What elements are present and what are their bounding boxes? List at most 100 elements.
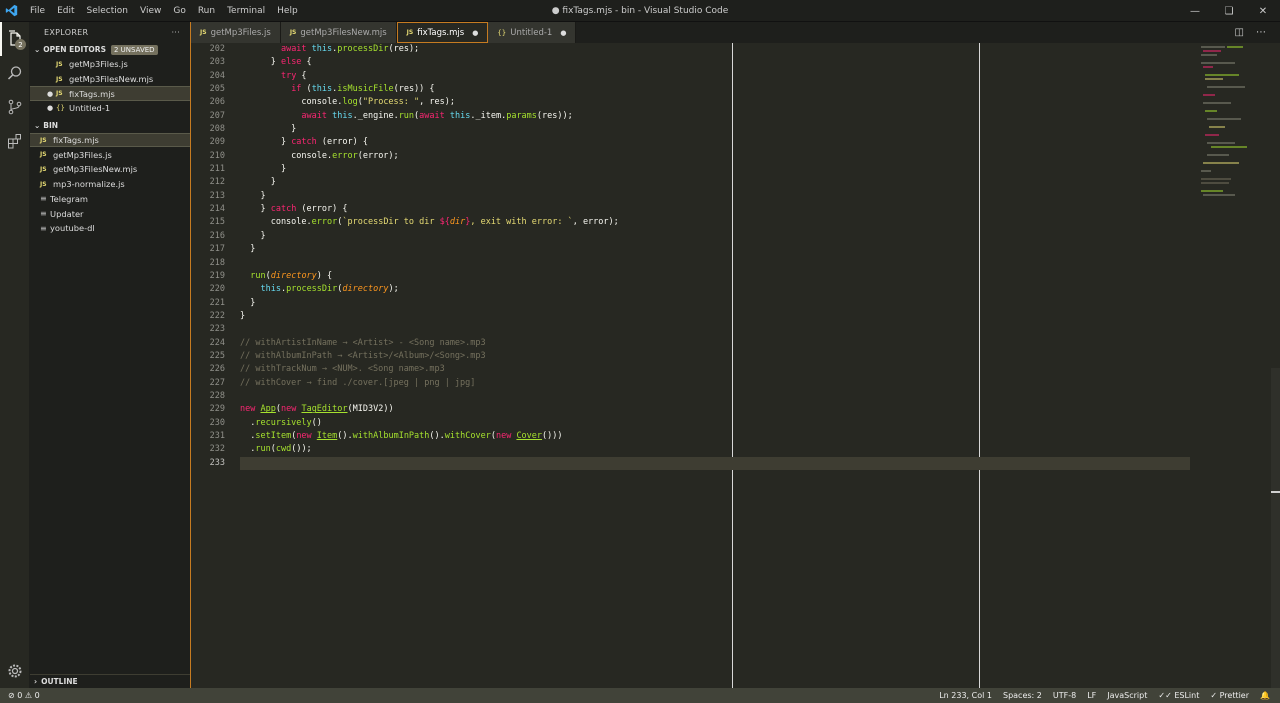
chevron-right-icon: › [34,677,38,686]
open-editor-item[interactable]: ● JS fixTags.mjs [30,86,190,102]
code-editor[interactable]: 202 203 204 205 206 207 208 209 210 211 … [191,43,1280,688]
error-icon: ⊘ [8,691,15,700]
open-editor-item[interactable]: ●{} Untitled-1 [30,101,190,116]
tab-fixtags[interactable]: JS fixTags.mjs ● [396,22,489,43]
menu-selection[interactable]: Selection [81,6,134,16]
end-of-line[interactable]: LF [1087,691,1096,700]
js-file-icon: JS [56,90,63,98]
js-file-icon: JS [40,180,47,188]
open-editor-item[interactable]: JS getMp3FilesNew.mjs [30,72,190,87]
line-number: 229 [209,404,225,415]
file-encoding[interactable]: UTF-8 [1053,691,1076,700]
language-mode[interactable]: JavaScript [1107,691,1147,700]
unsaved-dot-icon[interactable]: ● [560,29,566,37]
prettier-status[interactable]: ✓ Prettier [1210,691,1249,700]
search-icon[interactable] [0,56,30,90]
line-number: 205 [209,84,225,95]
menu-file[interactable]: File [24,6,51,16]
menu-run[interactable]: Run [192,6,221,16]
file-item[interactable]: ≡ Updater [30,206,190,221]
gear-icon[interactable] [0,654,30,688]
line-number: 228 [209,390,225,401]
chevron-down-icon: ⌄ [34,120,41,130]
folder-header[interactable]: ⌄ BIN [30,118,190,133]
code-line: } [240,190,266,201]
warning-icon: ⚠ [24,691,33,700]
restore-icon[interactable]: ❏ [1212,0,1246,22]
open-editor-item[interactable]: JS getMp3Files.js [30,57,190,72]
file-item[interactable]: JS getMp3FilesNew.mjs [30,162,190,177]
explorer-badge: 2 [15,39,26,50]
open-editors-header[interactable]: ⌄ OPEN EDITORS 2 UNSAVED [30,42,190,57]
menu-bar: File Edit Selection View Go Run Terminal… [24,6,304,16]
line-number: 216 [209,230,225,241]
file-item[interactable]: JS mp3-normalize.js [30,177,190,192]
js-file-icon: JS [40,165,47,173]
file-item[interactable]: JS getMp3Files.js [30,147,190,162]
tab-getmp3files[interactable]: JS getMp3Files.js [191,22,281,43]
explorer-icon[interactable]: 2 [0,22,30,56]
problems-indicator[interactable]: ⊘ 0 ⚠ 0 [8,691,40,700]
code-line: console.error(error); [240,150,399,161]
code-content[interactable]: await this.processDir(res); } else { try… [240,43,1190,470]
cursor-position[interactable]: Ln 233, Col 1 [939,691,992,700]
code-line: await this.processDir(res); [280,44,420,54]
more-actions-icon[interactable]: ⋯ [1256,27,1266,38]
line-number-gutter: 202 203 204 205 206 207 208 209 210 211 … [191,43,225,470]
code-line: } [240,124,297,135]
unsaved-dot-icon[interactable]: ● [472,29,478,37]
code-line: } [240,297,256,308]
line-number: 203 [209,57,225,68]
minimize-icon[interactable]: — [1178,0,1212,22]
close-icon[interactable]: ✕ [1246,0,1280,22]
file-item[interactable]: ≡ Telegram [30,192,190,207]
unsaved-dot-icon[interactable]: ● [44,90,56,98]
chevron-down-icon: ⌄ [34,45,41,54]
menu-edit[interactable]: Edit [51,6,80,16]
check-icon: ✓ [1210,691,1218,700]
code-line: console.log("Process: ", res); [240,97,455,108]
tab-untitled[interactable]: {} Untitled-1 ● [488,22,577,43]
minimap[interactable] [1195,43,1265,203]
indentation[interactable]: Spaces: 2 [1003,691,1042,700]
menu-go[interactable]: Go [167,6,191,16]
code-line: if (this.isMusicFile(res)) { [291,84,435,95]
outline-header[interactable]: › OUTLINE [30,674,190,688]
menu-terminal[interactable]: Terminal [221,6,271,16]
line-number: 226 [209,364,225,375]
tab-getmp3filesnew[interactable]: JS getMp3FilesNew.mjs [280,22,397,43]
explorer-title: EXPLORER [44,27,89,37]
title-bar: File Edit Selection View Go Run Terminal… [0,0,1280,22]
unsaved-dot-icon[interactable]: ● [44,104,56,112]
explorer-panel: EXPLORER ··· ⌄ OPEN EDITORS 2 UNSAVED JS… [30,22,191,688]
line-number: 225 [209,350,225,361]
notifications-bell-icon[interactable]: 🔔 [1260,691,1270,700]
menu-view[interactable]: View [134,6,167,16]
line-number: 204 [209,70,225,81]
file-item[interactable]: ≡ youtube-dl [30,221,190,236]
line-number: 227 [209,377,225,388]
more-actions-icon[interactable]: ··· [171,28,180,37]
line-number: 224 [209,337,225,348]
eslint-status[interactable]: ✓✓ ESLint [1158,691,1199,700]
vertical-scrollbar[interactable] [1271,368,1280,688]
source-control-icon[interactable] [0,90,30,124]
menu-help[interactable]: Help [271,6,304,16]
extensions-icon[interactable] [0,124,30,158]
code-line: // withAlbumInPath → <Artist>/<Album>/<S… [240,350,486,361]
line-number: 231 [209,430,225,441]
activity-bar: 2 [0,22,30,688]
scrollbar-cursor-marker [1271,491,1280,493]
current-line [240,456,1190,470]
file-item[interactable]: JS fixTags.mjs [30,132,190,148]
code-line: // withCover → find ./cover.[jpeg | png … [240,377,476,388]
js-file-icon: JS [406,29,414,36]
line-number: 211 [209,164,225,175]
code-line: try { [280,70,307,81]
split-editor-icon[interactable]: ◫ [1235,27,1244,38]
line-number: 210 [209,150,225,161]
unsaved-badge: 2 UNSAVED [111,44,158,55]
code-line: .run(cwd()); [240,444,312,455]
